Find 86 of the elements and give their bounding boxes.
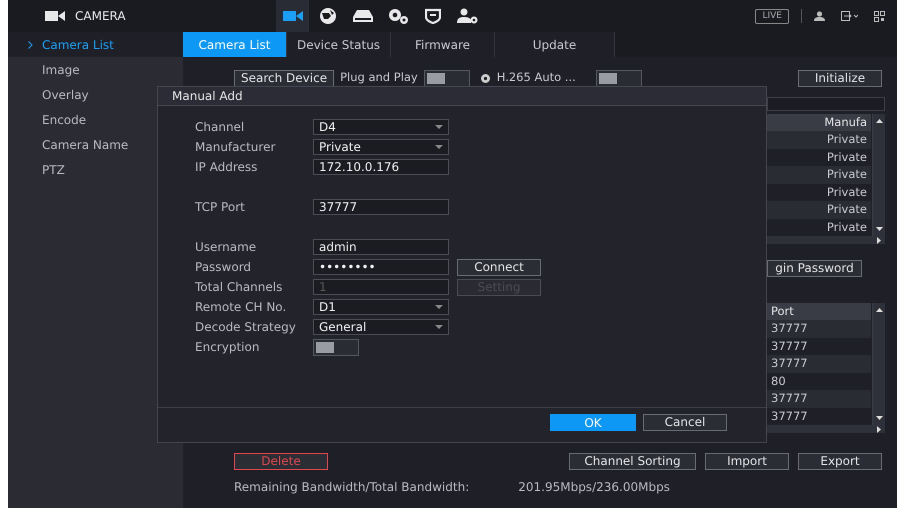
field-button[interactable]: Connect xyxy=(457,258,541,276)
tab[interactable]: Firmware xyxy=(391,32,495,57)
field-label: Channel xyxy=(195,119,246,136)
table-cell: 37777 xyxy=(771,408,808,425)
field-label: Encryption xyxy=(195,339,260,356)
column-header: Manufa xyxy=(824,114,867,131)
table-cell: 37777 xyxy=(771,355,808,372)
input-field: 1 xyxy=(313,279,449,295)
caret-icon xyxy=(435,325,443,329)
plug-and-play-label: Plug and Play xyxy=(340,69,418,86)
sidebar-item[interactable]: Camera Name xyxy=(8,132,183,157)
live-button[interactable]: LIVE xyxy=(755,8,789,24)
table-cell: Private xyxy=(826,184,867,201)
action-button[interactable]: Channel Sorting xyxy=(569,453,696,470)
hard-drive-icon[interactable] xyxy=(352,9,372,23)
horizontal-scrollbar[interactable] xyxy=(767,425,885,433)
table-cell: Private xyxy=(826,131,867,148)
bandwidth-value: 201.95Mbps/236.00Mbps xyxy=(518,479,670,496)
scroll-up-icon[interactable] xyxy=(876,119,882,123)
scroll-down-icon[interactable] xyxy=(876,227,883,231)
user-gear-icon[interactable] xyxy=(456,8,478,24)
field-label: IP Address xyxy=(195,159,258,176)
password-field[interactable]: •••••••• xyxy=(313,259,449,275)
filter-field[interactable] xyxy=(767,97,885,111)
cancel-button[interactable]: Cancel xyxy=(643,414,727,430)
dropdown[interactable]: General xyxy=(313,319,449,335)
sidebar-item[interactable]: PTZ xyxy=(8,157,183,182)
input-field[interactable]: admin xyxy=(313,239,449,255)
login-password-button[interactable]: gin Password xyxy=(767,260,862,277)
scroll-right-icon[interactable] xyxy=(877,426,881,432)
field-label: Total Channels xyxy=(195,279,284,296)
h265-label: H.265 Auto ... xyxy=(496,69,576,86)
dialog-title: Manual Add xyxy=(158,87,766,106)
table-cell: 37777 xyxy=(771,338,808,355)
toggle-switch[interactable] xyxy=(596,70,642,86)
globe-icon[interactable] xyxy=(318,7,336,25)
sidebar-item[interactable]: Encode xyxy=(8,107,183,132)
scroll-down-icon[interactable] xyxy=(876,416,883,420)
dropdown[interactable]: D4 xyxy=(313,119,449,135)
table-cell: 37777 xyxy=(771,320,808,338)
field-label: Decode Strategy xyxy=(195,319,297,336)
sidebar-item[interactable]: Image xyxy=(8,57,183,82)
caret-icon xyxy=(435,305,443,309)
camera-icon xyxy=(45,10,65,22)
action-button[interactable]: Import xyxy=(705,453,789,470)
qr-code-icon[interactable] xyxy=(874,10,885,22)
table-cell: Private xyxy=(826,201,867,218)
initialize-button[interactable]: Initialize xyxy=(798,70,882,86)
bandwidth-label: Remaining Bandwidth/Total Bandwidth: xyxy=(234,479,470,496)
camera-icon[interactable] xyxy=(282,10,302,22)
toggle-switch[interactable] xyxy=(313,338,359,356)
table-cell: Private xyxy=(826,218,867,236)
table-cell: 80 xyxy=(771,372,786,390)
gears-icon[interactable] xyxy=(386,7,408,25)
table-cell: 37777 xyxy=(771,390,808,408)
chevron-icon xyxy=(28,40,33,48)
caret-icon xyxy=(435,145,443,149)
gear-icon xyxy=(480,72,491,84)
tab[interactable]: Update xyxy=(495,32,615,57)
field-label: Password xyxy=(195,259,252,276)
dropdown[interactable]: D1 xyxy=(313,299,449,315)
sidebar-item[interactable]: Camera List xyxy=(8,32,183,57)
search-device-button[interactable]: Search Device xyxy=(234,70,334,86)
column-header: Port xyxy=(771,302,794,320)
tab[interactable]: Device Status xyxy=(287,32,391,57)
horizontal-scrollbar[interactable] xyxy=(767,236,885,244)
field-label: Remote CH No. xyxy=(195,299,288,316)
table-cell: Private xyxy=(826,148,867,166)
user-icon[interactable] xyxy=(814,11,825,21)
vertical-scrollbar[interactable] xyxy=(872,303,885,425)
input-field[interactable]: 37777 xyxy=(313,199,449,215)
field-label: TCP Port xyxy=(195,199,246,216)
field-label: Manufacturer xyxy=(195,139,276,156)
logout-icon[interactable] xyxy=(841,11,858,21)
action-button[interactable]: Export xyxy=(798,453,882,470)
vertical-scrollbar[interactable] xyxy=(872,114,885,236)
shield-icon[interactable] xyxy=(424,8,440,24)
scroll-right-icon[interactable] xyxy=(877,236,881,244)
field-label: Username xyxy=(195,239,258,256)
dropdown[interactable]: Private xyxy=(313,139,449,155)
module-title: CAMERA xyxy=(75,8,126,25)
toggle-switch[interactable] xyxy=(424,70,470,86)
caret-icon xyxy=(435,125,443,129)
input-field[interactable]: 172.10.0.176 xyxy=(313,159,449,175)
table-cell: Private xyxy=(826,166,867,184)
scroll-up-icon[interactable] xyxy=(876,308,882,312)
